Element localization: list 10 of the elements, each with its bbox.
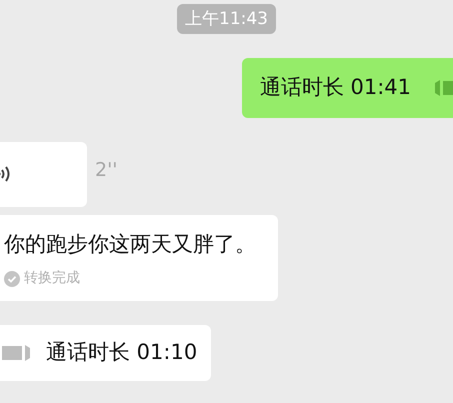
call-bubble[interactable]: 通话时长 01:41 <box>242 58 453 118</box>
message-text: 你的跑步你这两天又胖了。 <box>4 230 256 258</box>
sound-wave-icon <box>0 164 12 184</box>
video-camera-icon <box>2 344 30 361</box>
status-text: 转换完成 <box>24 269 80 288</box>
check-icon <box>4 270 20 286</box>
call-bubble[interactable]: 通话时长 01:10 <box>0 325 212 380</box>
voice-duration: 2'' <box>95 158 118 183</box>
voice-bubble[interactable] <box>0 142 87 206</box>
timestamp: 上午11:43 <box>177 4 276 34</box>
